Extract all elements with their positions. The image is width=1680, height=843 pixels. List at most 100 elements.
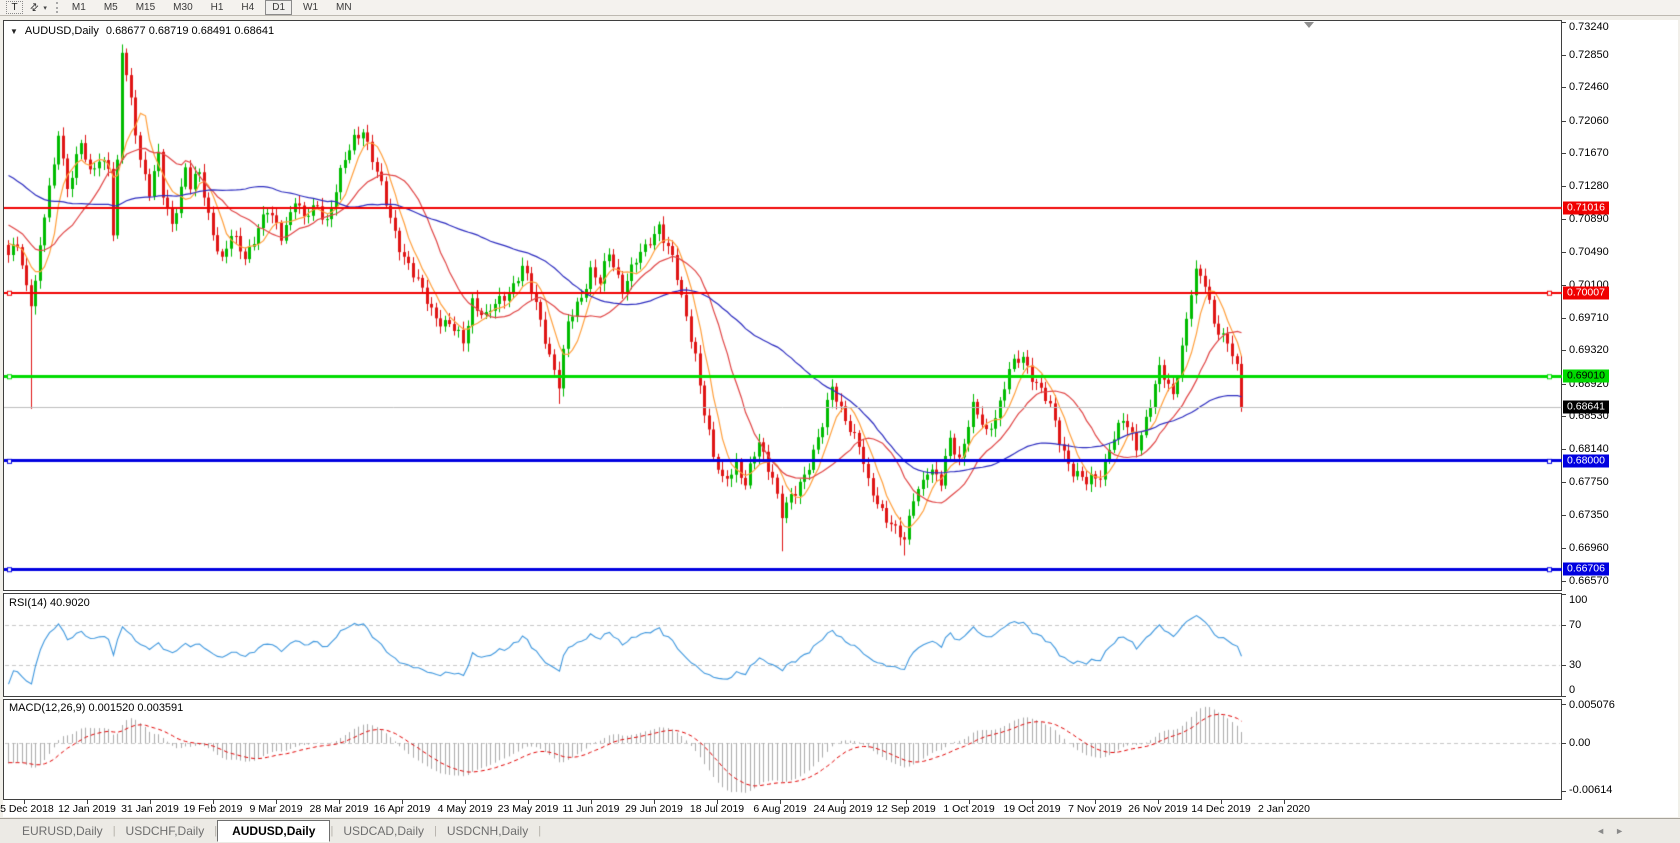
hline-price-label: 0.68000 — [1563, 454, 1609, 468]
date-label: 23 May 2019 — [497, 803, 559, 815]
tab-usdcad[interactable]: USDCAD,Daily — [333, 821, 434, 841]
collapse-icon[interactable]: ▼ — [10, 27, 18, 36]
date-label: 11 Jun 2019 — [562, 803, 620, 815]
date-label: 4 May 2019 — [437, 803, 493, 815]
rsi-indicator-label: RSI(14) 40.9020 — [9, 597, 90, 609]
macd-axis-tick — [1562, 704, 1566, 705]
hline-price-label: 0.71016 — [1563, 201, 1609, 215]
arrows-tool-button[interactable]: ⇄ ▾ — [27, 0, 47, 15]
price-tick-label: 0.71280 — [1569, 180, 1609, 193]
price-axis-tick — [1562, 581, 1566, 582]
date-label: 14 Dec 2019 — [1191, 803, 1251, 815]
tab-scroll-right-icon[interactable]: ► — [1615, 826, 1624, 836]
rsi-axis-tick — [1562, 696, 1566, 697]
tab-usdchf[interactable]: USDCHF,Daily — [116, 821, 215, 841]
timeframe-button-m30[interactable]: M30 — [166, 0, 199, 15]
timeframe-button-h4[interactable]: H4 — [234, 0, 261, 15]
date-label: 12 Jan 2019 — [58, 803, 116, 815]
date-label: 1 Oct 2019 — [943, 803, 995, 815]
rsi-axis-tick — [1562, 625, 1566, 626]
date-label: 6 Aug 2019 — [753, 803, 807, 815]
date-label: 25 Dec 2018 — [0, 803, 54, 815]
chart-symbol: AUDUSD,Daily — [24, 25, 99, 37]
rsi-tick-label: 100 — [1569, 594, 1588, 606]
price-tick-label: 0.72060 — [1569, 114, 1609, 127]
date-label: 9 Mar 2019 — [249, 803, 303, 815]
tab-scroll-left-icon[interactable]: ◄ — [1596, 826, 1605, 836]
price-tick-label: 0.73240 — [1569, 21, 1609, 33]
price-axis-tick — [1562, 87, 1566, 88]
timeframe-button-d1[interactable]: D1 — [265, 0, 293, 15]
timeframe-button-w1[interactable]: W1 — [296, 0, 325, 15]
date-label: 19 Feb 2019 — [183, 803, 243, 815]
chart-ohlc-values: 0.68677 0.68719 0.68491 0.68641 — [105, 25, 275, 37]
timeframe-toolbar: M1 M5 M15 M30 H1 H4 D1 W1 MN — [65, 0, 359, 15]
price-tick-label: 0.66570 — [1569, 574, 1609, 587]
chart-shift-marker[interactable] — [1304, 22, 1314, 28]
price-tick-label: 0.66960 — [1569, 541, 1609, 554]
price-tick-label: 0.72850 — [1569, 48, 1609, 61]
macd-tick-label: -0.00614 — [1569, 784, 1613, 796]
price-tick-label: 0.69710 — [1569, 311, 1609, 324]
date-label: 19 Oct 2019 — [1003, 803, 1061, 815]
price-axis-tick — [1562, 55, 1566, 56]
chart-canvas[interactable] — [4, 21, 1562, 800]
timeframe-button-m1[interactable]: M1 — [65, 0, 93, 15]
price-axis-tick — [1562, 449, 1566, 450]
date-label: 16 Apr 2019 — [373, 803, 431, 815]
price-axis-tick — [1562, 121, 1566, 122]
date-label: 29 Jun 2019 — [625, 803, 683, 815]
price-tick-label: 0.67350 — [1569, 509, 1609, 522]
price-axis-tick — [1562, 548, 1566, 549]
date-label: 31 Jan 2019 — [121, 803, 179, 815]
price-axis-tick — [1562, 252, 1566, 253]
macd-axis-tick — [1562, 743, 1566, 744]
tab-scroll-arrows: ◄ ► — [1596, 826, 1680, 836]
price-tick-label: 0.67750 — [1569, 475, 1609, 488]
price-tick-label: 0.70490 — [1569, 246, 1609, 259]
chevron-down-icon[interactable]: ▾ — [43, 4, 47, 12]
rsi-tick-label: 0 — [1569, 684, 1576, 696]
top-toolbar: T ⇄ ▾ M1 M5 M15 M30 H1 H4 D1 W1 MN — [0, 0, 1680, 16]
macd-indicator-label: MACD(12,26,9) 0.001520 0.003591 — [9, 702, 184, 714]
macd-tick-label: 0.00 — [1569, 737, 1591, 749]
tab-separator: | — [538, 825, 542, 837]
price-tick-label: 0.71670 — [1569, 147, 1609, 160]
rsi-tick-label: 70 — [1569, 618, 1582, 631]
price-axis-tick — [1562, 219, 1566, 220]
date-label: 24 Aug 2019 — [813, 803, 873, 815]
price-tick-label: 0.69320 — [1569, 344, 1609, 357]
price-axis-tick — [1562, 318, 1566, 319]
text-tool-button[interactable]: T — [6, 1, 23, 14]
macd-axis-tick — [1562, 791, 1566, 792]
date-label: 12 Sep 2019 — [876, 803, 936, 815]
tab-eurusd[interactable]: EURUSD,Daily — [12, 821, 113, 841]
chart-tabs-bar: EURUSD,Daily | USDCHF,Daily | AUDUSD,Daily | U… — [0, 818, 1680, 843]
timeframe-button-h1[interactable]: H1 — [204, 0, 231, 15]
date-label: 7 Nov 2019 — [1068, 803, 1122, 815]
date-label: 28 Mar 2019 — [309, 803, 369, 815]
arrows-icon: ⇄ — [27, 0, 42, 15]
current-price-label: 0.68641 — [1563, 400, 1609, 414]
tab-audusd[interactable]: AUDUSD,Daily — [217, 820, 331, 842]
rsi-axis-tick — [1562, 594, 1566, 595]
date-label: 26 Nov 2019 — [1128, 803, 1188, 815]
date-label: 2 Jan 2020 — [1258, 803, 1310, 815]
hline-price-label: 0.69010 — [1563, 369, 1609, 383]
price-axis-tick — [1562, 515, 1566, 516]
timeframe-button-m5[interactable]: M5 — [97, 0, 125, 15]
metatrader-screen: T ⇄ ▾ M1 M5 M15 M30 H1 H4 D1 W1 MN ▼ AUDUSD,Dail… — [0, 0, 1680, 843]
price-axis-tick — [1562, 416, 1566, 417]
price-axis-tick — [1562, 482, 1566, 483]
price-axis-tick — [1562, 186, 1566, 187]
chart-title: ▼ AUDUSD,Daily 0.68677 0.68719 0.68491 0… — [10, 25, 274, 37]
date-label: 18 Jul 2019 — [689, 803, 745, 815]
rsi-tick-label: 30 — [1569, 659, 1582, 672]
timeframe-button-m15[interactable]: M15 — [129, 0, 162, 15]
timeframe-button-mn[interactable]: MN — [329, 0, 359, 15]
price-axis-tick — [1562, 350, 1566, 351]
price-tick-label: 0.68140 — [1569, 443, 1609, 456]
tab-usdcnh[interactable]: USDCNH,Daily — [437, 821, 538, 841]
price-axis-tick — [1562, 153, 1566, 154]
hline-price-label: 0.66706 — [1563, 562, 1609, 576]
